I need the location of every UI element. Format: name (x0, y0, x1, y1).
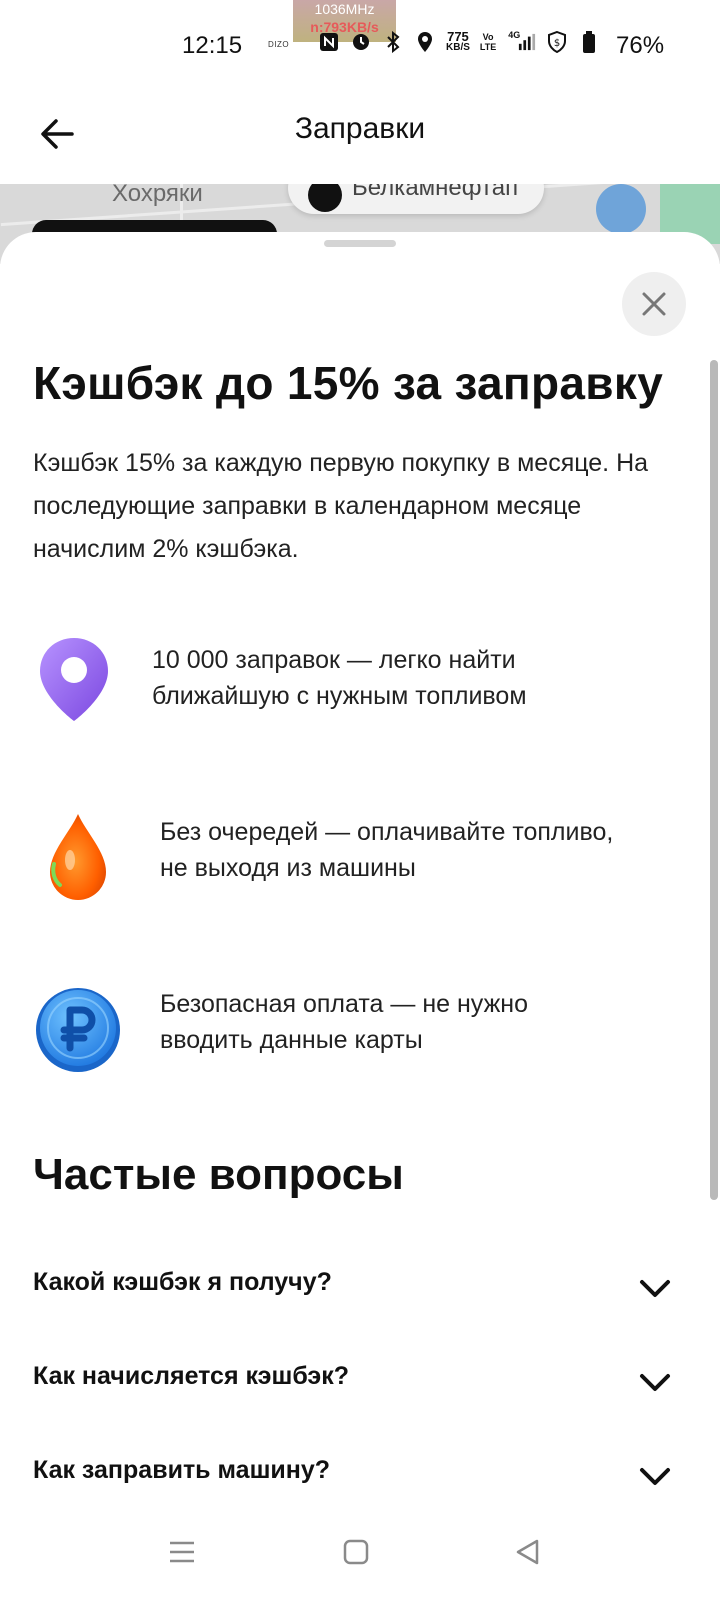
shield-icon: $ (546, 30, 568, 53)
feature-text: 10 000 заправок — легко найти ближайшую … (152, 642, 692, 714)
map-station-chip[interactable]: Белкамнефтап (288, 184, 544, 214)
station-logo (308, 184, 342, 212)
bluetooth-icon (382, 30, 404, 53)
svg-text:$: $ (554, 38, 560, 49)
scrollbar[interactable] (710, 360, 718, 1200)
close-icon (642, 292, 666, 316)
nav-menu-button[interactable] (162, 1532, 202, 1572)
faq-question: Какой кэшбэк я получу? (33, 1268, 332, 1296)
system-nav-bar (0, 1508, 720, 1600)
status-time: 12:15 (182, 32, 243, 59)
station-name: Белкамнефтап (352, 184, 519, 201)
menu-icon (170, 1541, 194, 1563)
page-title: Заправки (294, 112, 426, 145)
ruble-coin-icon (30, 980, 130, 1080)
feature-item: Безопасная оплата — не нужно вводить дан… (0, 980, 700, 1080)
faq-item[interactable]: Какой кэшбэк я получу? (0, 1268, 700, 1328)
chevron-down-icon (640, 1468, 670, 1485)
faq-title: Частые вопросы (33, 1150, 404, 1199)
promo-description: Кэшбэк 15% за каждую первую покупку в ме… (33, 449, 649, 563)
promo-title: Кэшбэк до 15% за заправку (33, 357, 664, 409)
battery-percent: 76% (616, 32, 665, 59)
fuel-drop-icon (30, 808, 130, 908)
location-pin-icon (30, 634, 130, 734)
map-water (596, 184, 646, 234)
feature-text: Безопасная оплата — не нужно вводить дан… (160, 986, 700, 1058)
location-icon (414, 31, 436, 53)
feature-line: не выходя из машины (160, 854, 416, 882)
app-header: Заправки (0, 92, 720, 184)
back-triangle-icon (516, 1539, 539, 1565)
battery-icon (578, 30, 600, 53)
status-brand: DIZO (268, 40, 290, 49)
signal-icon: 4G (506, 29, 536, 53)
nfc-icon (318, 31, 340, 53)
sheet-grabber[interactable] (324, 240, 396, 247)
nav-home-button[interactable] (336, 1532, 376, 1572)
net-speed: 775 KB/S (446, 30, 470, 53)
feature-line: Безопасная оплата — не нужно (160, 990, 529, 1018)
feature-line: ближайшую с нужным топливом (152, 682, 527, 710)
feature-item: 10 000 заправок — легко найти ближайшую … (0, 634, 700, 734)
volte-indicator: Vo LTE (480, 32, 496, 52)
feature-text: Без очередей — оплачивайте топливо, не в… (160, 814, 700, 886)
feature-item: Без очередей — оплачивайте топливо, не в… (0, 808, 700, 908)
home-icon (343, 1539, 369, 1565)
map-place-label: Хохряки (112, 184, 203, 207)
alarm-icon (350, 31, 372, 53)
faq-question: Как заправить машину? (33, 1456, 331, 1484)
volte-bottom: LTE (479, 41, 497, 52)
faq-item[interactable]: Как заправить машину? (0, 1456, 700, 1516)
feature-line: Без очередей — оплачивайте топливо, (160, 818, 614, 846)
status-icons: 775 KB/S Vo LTE 4G $ (318, 30, 600, 53)
volte-top: Vo (482, 31, 494, 42)
close-button[interactable] (622, 272, 686, 336)
faq-question: Как начисляется кэшбэк? (33, 1362, 350, 1390)
status-bar: 12:15 DIZO 1036MHz n:793KB/s 775 KB/S Vo… (0, 0, 720, 92)
chevron-down-icon (640, 1280, 670, 1297)
debug-overlay-freq: 1036MHz (314, 1, 375, 17)
feature-line: вводить данные карты (160, 1026, 423, 1054)
net-speed-unit: KB/S (446, 42, 470, 53)
faq-item[interactable]: Как начисляется кэшбэк? (0, 1362, 700, 1422)
cashback-sheet: Кэшбэк до 15% за заправку Кэшбэк 15% за … (0, 232, 720, 1532)
chevron-down-icon (640, 1374, 670, 1391)
feature-line: 10 000 заправок — легко найти (152, 646, 516, 674)
network-type: 4G (508, 29, 521, 40)
nav-back-button[interactable] (508, 1532, 548, 1572)
